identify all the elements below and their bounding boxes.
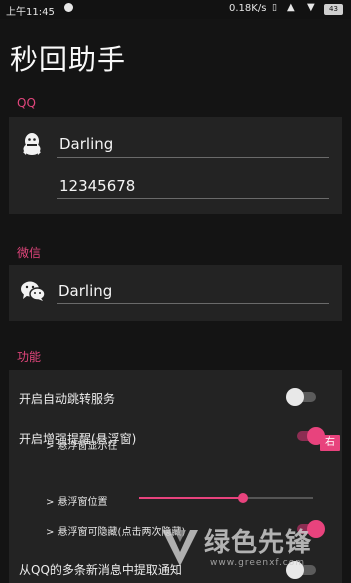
float-side-button[interactable]: 右 <box>320 435 340 451</box>
wechat-name-underline <box>57 303 329 304</box>
wechat-name-input[interactable]: Darling <box>58 282 112 300</box>
qq-card: Darling 12345678 <box>9 117 342 214</box>
wechat-card: Darling <box>9 265 342 321</box>
features-section-label: 功能 <box>17 350 42 364</box>
auto-jump-switch[interactable] <box>286 388 318 406</box>
battery-icon: 43 <box>324 4 343 15</box>
qq-penguin-icon <box>23 133 41 155</box>
status-time: 上午11:45 <box>6 7 55 18</box>
watermark-text: 绿色先锋 <box>204 528 313 558</box>
float-position-label: > 悬浮窗位置 <box>46 497 108 508</box>
qq-name-underline <box>57 157 329 158</box>
signal-icon: ▲ <box>287 2 295 13</box>
watermark: 绿色先锋 www.greenxf.com <box>160 520 351 583</box>
float-display-label: > 悬浮窗显示在 <box>46 441 118 452</box>
slider-fill <box>139 497 244 499</box>
slider-thumb[interactable] <box>238 493 249 503</box>
vibrate-icon: ▯ <box>272 3 277 13</box>
float-position-slider[interactable] <box>139 491 313 505</box>
qq-number-underline <box>57 198 329 199</box>
network-speed: 0.18K/s <box>229 3 267 14</box>
qq-section-label: QQ <box>17 96 36 110</box>
app-title: 秒回助手 <box>10 43 127 76</box>
notification-icon <box>64 3 73 12</box>
watermark-logo-icon <box>162 530 198 566</box>
extract-notification-label: 从QQ的多条新消息中提取通知 <box>19 563 182 577</box>
watermark-url: www.greenxf.com <box>210 558 306 568</box>
qq-number-input[interactable]: 12345678 <box>59 177 135 195</box>
auto-jump-label: 开启自动跳转服务 <box>19 392 116 406</box>
wechat-icon <box>21 281 46 301</box>
wifi-icon: ▼ <box>307 2 315 13</box>
status-bar: 上午11:45 0.18K/s ▯ ▲ ▼ 43 <box>0 0 351 19</box>
switch-thumb <box>286 388 304 406</box>
wechat-section-label: 微信 <box>17 246 42 260</box>
qq-name-input[interactable]: Darling <box>59 135 113 153</box>
